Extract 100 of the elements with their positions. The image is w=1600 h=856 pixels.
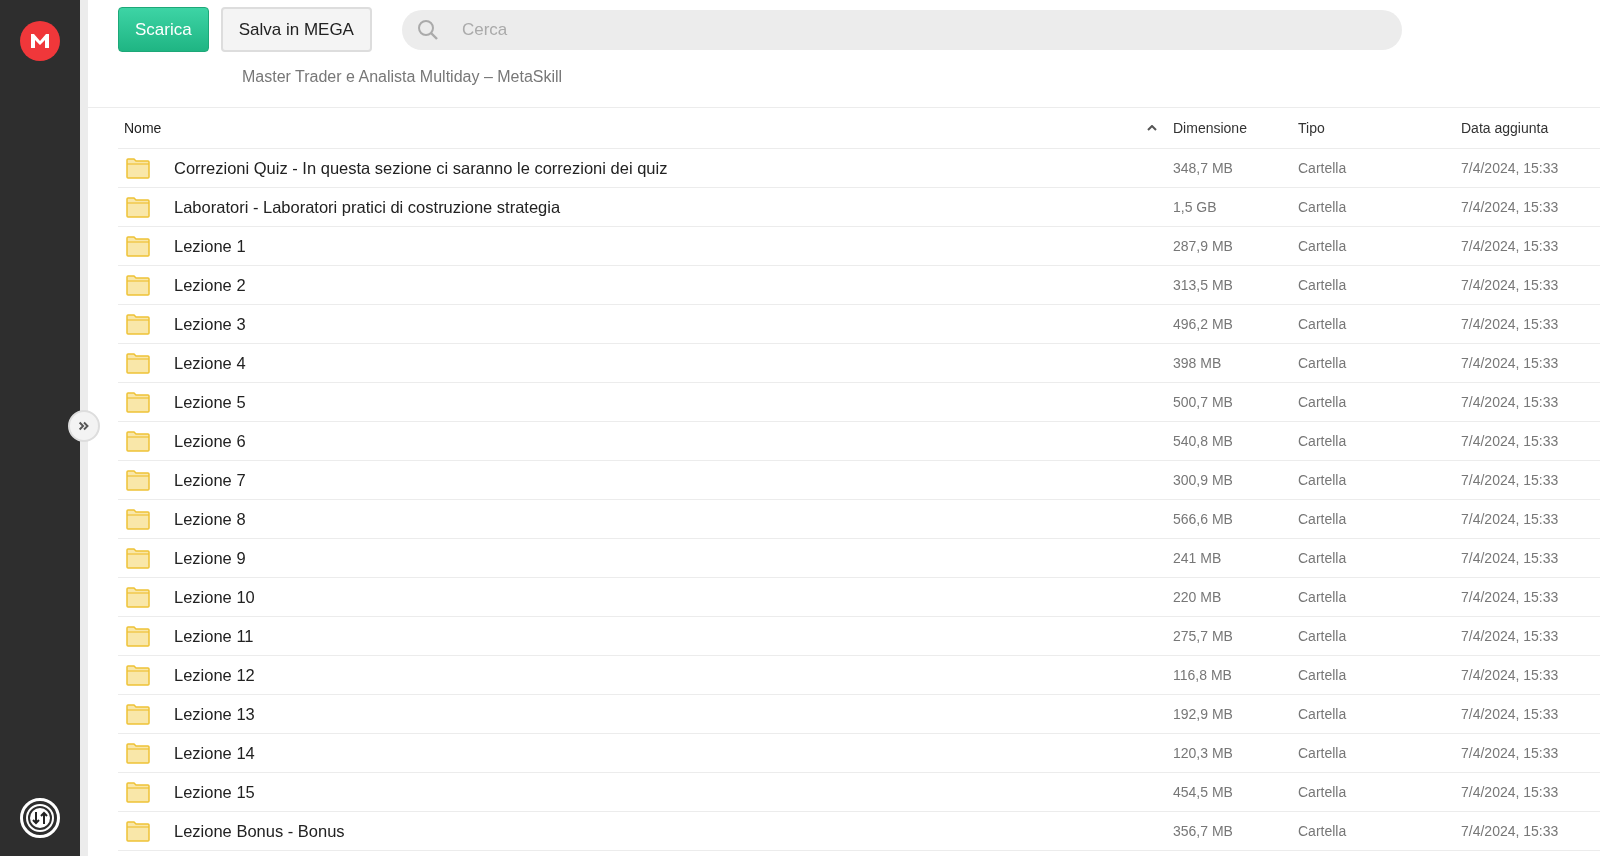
size-cell: 496,2 MB — [1173, 316, 1233, 332]
size-cell: 566,6 MB — [1173, 511, 1233, 527]
type-cell: Cartella — [1298, 784, 1347, 800]
folder-icon — [126, 352, 150, 374]
column-header[interactable]: Tipo — [1298, 120, 1325, 136]
column-header[interactable]: Nome — [124, 120, 162, 136]
size-cell: 275,7 MB — [1173, 628, 1233, 644]
size-cell: 287,9 MB — [1173, 238, 1233, 254]
size-cell: 398 MB — [1173, 355, 1222, 371]
folder-icon — [126, 391, 150, 413]
type-cell: Cartella — [1298, 667, 1347, 683]
folder-name[interactable]: Lezione 7 — [174, 470, 246, 490]
folder-icon — [126, 742, 150, 764]
date-cell: 7/4/2024, 15:33 — [1461, 238, 1559, 254]
type-cell: Cartella — [1298, 472, 1347, 488]
date-cell: 7/4/2024, 15:33 — [1461, 199, 1559, 215]
folder-name[interactable]: Lezione 4 — [174, 353, 246, 373]
type-cell: Cartella — [1298, 550, 1347, 566]
size-cell: 500,7 MB — [1173, 394, 1233, 410]
size-cell: 454,5 MB — [1173, 784, 1233, 800]
folder-icon — [126, 196, 150, 218]
size-cell: 120,3 MB — [1173, 745, 1233, 761]
date-cell: 7/4/2024, 15:33 — [1461, 550, 1559, 566]
date-cell: 7/4/2024, 15:33 — [1461, 511, 1559, 527]
sort-caret-icon[interactable] — [1147, 125, 1157, 131]
folder-name[interactable]: Lezione 8 — [174, 509, 246, 529]
date-cell: 7/4/2024, 15:33 — [1461, 784, 1559, 800]
date-cell: 7/4/2024, 15:33 — [1461, 316, 1559, 332]
type-cell: Cartella — [1298, 277, 1347, 293]
folder-icon — [126, 781, 150, 803]
folder-icon — [126, 469, 150, 491]
date-cell: 7/4/2024, 15:33 — [1461, 277, 1559, 293]
double-chevron-icon — [77, 419, 91, 433]
date-cell: 7/4/2024, 15:33 — [1461, 706, 1559, 722]
folder-name[interactable]: Laboratori - Laboratori pratici di costruzione strategia — [174, 197, 561, 217]
type-cell: Cartella — [1298, 628, 1347, 644]
search-field[interactable]: Cerca — [401, 9, 1402, 50]
type-cell: Cartella — [1298, 316, 1347, 332]
folder-name[interactable]: Correzioni Quiz - In questa sezione ci saranno le correzioni dei quiz — [174, 158, 668, 178]
folder-name[interactable]: Lezione 14 — [174, 743, 255, 763]
type-cell: Cartella — [1298, 355, 1347, 371]
date-cell: 7/4/2024, 15:33 — [1461, 355, 1559, 371]
folder-icon — [126, 547, 150, 569]
type-cell: Cartella — [1298, 199, 1347, 215]
type-cell: Cartella — [1298, 511, 1347, 527]
transfer-icon[interactable] — [20, 798, 60, 838]
folder-icon — [126, 313, 150, 335]
column-header[interactable]: Data aggiunta — [1461, 120, 1549, 136]
column-header[interactable]: Dimensione — [1173, 120, 1247, 136]
type-cell: Cartella — [1298, 160, 1347, 176]
size-cell: 300,9 MB — [1173, 472, 1233, 488]
type-cell: Cartella — [1298, 433, 1347, 449]
size-cell: 348,7 MB — [1173, 160, 1233, 176]
type-cell: Cartella — [1298, 238, 1347, 254]
type-cell: Cartella — [1298, 745, 1347, 761]
folder-icon — [126, 586, 150, 608]
folder-icon — [126, 274, 150, 296]
type-cell: Cartella — [1298, 706, 1347, 722]
size-cell: 356,7 MB — [1173, 823, 1233, 839]
size-cell: 540,8 MB — [1173, 433, 1233, 449]
folder-icon — [126, 703, 150, 725]
expand-button[interactable] — [68, 410, 100, 442]
folder-name[interactable]: Lezione 13 — [174, 704, 255, 724]
date-cell: 7/4/2024, 15:33 — [1461, 160, 1559, 176]
folder-name[interactable]: Lezione 2 — [174, 275, 246, 295]
size-cell: 220 MB — [1173, 589, 1222, 605]
folder-icon — [126, 664, 150, 686]
date-cell: 7/4/2024, 15:33 — [1461, 823, 1559, 839]
folder-name[interactable]: Lezione 11 — [174, 626, 254, 646]
folder-name[interactable]: Lezione Bonus - Bonus — [174, 821, 345, 841]
date-cell: 7/4/2024, 15:33 — [1461, 589, 1559, 605]
folder-name[interactable]: Lezione 1 — [174, 236, 246, 256]
folder-icon — [126, 625, 150, 647]
type-cell: Cartella — [1298, 394, 1347, 410]
folder-name[interactable]: Lezione 6 — [174, 431, 246, 451]
folder-name[interactable]: Lezione 15 — [174, 782, 255, 802]
date-cell: 7/4/2024, 15:33 — [1461, 745, 1559, 761]
size-cell: 241 MB — [1173, 550, 1222, 566]
date-cell: 7/4/2024, 15:33 — [1461, 667, 1559, 683]
type-cell: Cartella — [1298, 823, 1347, 839]
size-cell: 192,9 MB — [1173, 706, 1233, 722]
folder-name[interactable]: Lezione 9 — [174, 548, 246, 568]
folder-icon — [126, 430, 150, 452]
logo-icon[interactable] — [20, 21, 60, 61]
folder-icon — [126, 157, 150, 179]
type-cell: Cartella — [1298, 589, 1347, 605]
size-cell: 313,5 MB — [1173, 277, 1233, 293]
folder-icon — [126, 508, 150, 530]
folder-name[interactable]: Lezione 5 — [174, 392, 246, 412]
folder-name[interactable]: Lezione 3 — [174, 314, 246, 334]
folder-name[interactable]: Lezione 10 — [174, 587, 255, 607]
folder-title: Master Trader e Analista Multiday – MetaSkill — [242, 68, 564, 86]
date-cell: 7/4/2024, 15:33 — [1461, 433, 1559, 449]
size-cell: 1,5 GB — [1173, 199, 1217, 215]
save-to-mega-button[interactable]: Salva in MEGA — [220, 7, 372, 52]
date-cell: 7/4/2024, 15:33 — [1461, 472, 1559, 488]
size-cell: 116,8 MB — [1173, 667, 1232, 683]
folder-name[interactable]: Lezione 12 — [174, 665, 255, 685]
folder-icon — [126, 820, 150, 842]
date-cell: 7/4/2024, 15:33 — [1461, 628, 1559, 644]
